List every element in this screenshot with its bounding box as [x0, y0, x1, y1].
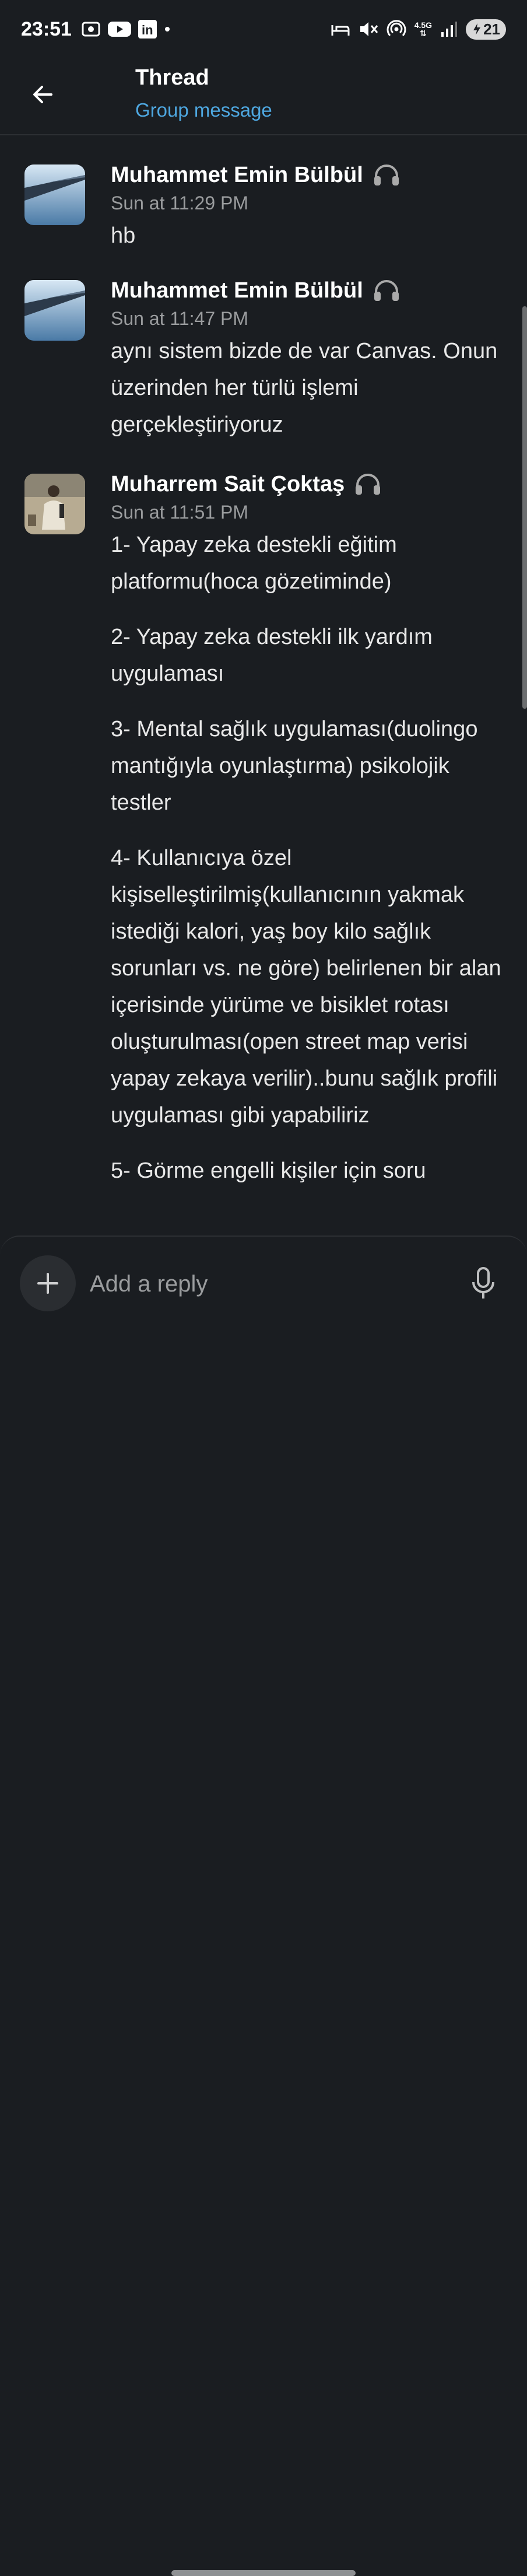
back-button[interactable] — [28, 79, 58, 110]
message-timestamp[interactable]: Sun at 11:47 PM — [111, 308, 504, 330]
headphones-icon — [356, 474, 381, 495]
battery-saver-icon — [473, 23, 481, 35]
headphones-icon — [374, 164, 399, 186]
thread-header: Thread Group message — [0, 58, 527, 135]
message-paragraph: 2- Yapay zeka destekli ilk yardım uygula… — [111, 625, 433, 686]
linkedin-icon: in — [138, 20, 157, 38]
scrollbar[interactable] — [522, 306, 527, 709]
mute-icon — [360, 22, 378, 36]
author-name[interactable]: Muhammet Emin Bülbül — [111, 278, 363, 303]
screen-record-icon — [82, 22, 100, 37]
message-paragraph: 1- Yapay zeka destekli eğitim platformu(… — [111, 533, 397, 594]
author-name[interactable]: Muhammet Emin Bülbül — [111, 163, 363, 188]
status-time: 23:51 — [21, 18, 72, 40]
avatar[interactable] — [24, 164, 85, 225]
svg-text:in: in — [142, 23, 153, 37]
message-paragraph: 5- Görme engelli kişiler için soru — [111, 1158, 426, 1183]
sleep-mode-icon — [331, 25, 350, 36]
message-item[interactable]: Muharrem Sait Çoktaş Sun at 11:51 PM 1- … — [0, 449, 527, 1189]
avatar[interactable] — [24, 474, 85, 534]
message-paragraph: 3- Mental sağlık uygulaması(duolingo man… — [111, 717, 478, 815]
reply-composer — [0, 1236, 527, 2576]
voice-record-button[interactable] — [470, 1266, 497, 1301]
message-paragraph: 4- Kullanıcıya özel kişiselleştirilmiş(k… — [111, 846, 501, 1128]
message-timestamp[interactable]: Sun at 11:51 PM — [111, 502, 504, 523]
thread-title: Thread — [135, 65, 209, 90]
dot-icon — [164, 27, 170, 32]
signal-icon — [441, 22, 458, 37]
plus-icon — [37, 1273, 58, 1294]
youtube-icon — [107, 22, 131, 37]
network-type: 4.5G ⇅ — [414, 20, 433, 38]
hotspot-icon — [387, 20, 406, 37]
author-name[interactable]: Muharrem Sait Çoktaş — [111, 472, 345, 497]
thread-subtitle[interactable]: Group message — [135, 99, 272, 121]
add-attachment-button[interactable] — [20, 1255, 76, 1311]
arrow-left-icon — [33, 86, 52, 103]
message-timestamp[interactable]: Sun at 11:29 PM — [111, 192, 504, 214]
reply-input[interactable] — [89, 1267, 452, 1301]
message-list[interactable]: Muhammet Emin Bülbül Sun at 11:29 PM hb … — [0, 140, 527, 1237]
message-item[interactable]: Muhammet Emin Bülbül Sun at 11:47 PM ayn… — [0, 256, 527, 449]
home-indicator[interactable] — [171, 2570, 356, 2576]
avatar[interactable] — [24, 280, 85, 341]
message-text: hb — [111, 223, 136, 248]
status-bar: 23:51 in 4.5G ⇅ 21 — [0, 0, 527, 58]
message-item[interactable]: Muhammet Emin Bülbül Sun at 11:29 PM hb — [0, 140, 527, 256]
message-text: aynı sistem bizde de var Canvas. Onun üz… — [111, 339, 498, 437]
headphones-icon — [374, 280, 399, 301]
microphone-icon — [472, 1267, 494, 1298]
battery-indicator: 21 — [466, 19, 506, 40]
